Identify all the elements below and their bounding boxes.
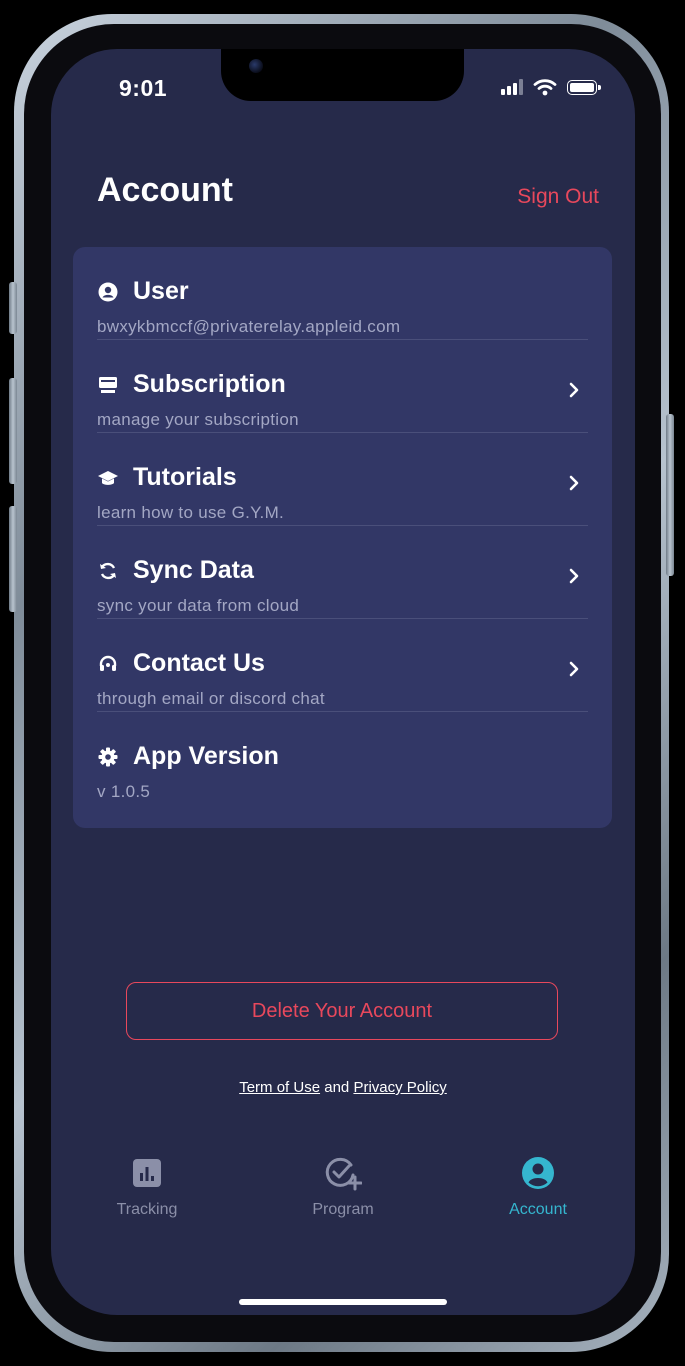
menu-item-sync-data[interactable]: Sync Data sync your data from cloud [97,526,588,619]
tab-label: Account [509,1201,567,1218]
tab-label: Program [312,1201,374,1218]
menu-item-subtitle: through email or discord chat [97,689,325,708]
graduation-cap-icon [97,467,119,489]
chevron-right-icon [569,661,579,677]
home-indicator [239,1299,447,1305]
menu-item-title: App Version [133,742,279,770]
battery-icon [567,79,601,95]
account-circle-icon [468,1155,608,1191]
delete-account-button[interactable]: Delete Your Account [126,982,558,1040]
gear-icon [97,746,119,768]
headset-icon [97,653,119,675]
menu-item-tutorials[interactable]: Tutorials learn how to use G.Y.M. [97,433,588,526]
tab-account[interactable]: Account [468,1155,608,1219]
menu-item-subscription[interactable]: Subscription manage your subscription [97,340,588,433]
menu-item-title: Tutorials [133,463,237,491]
tab-bar: Tracking Program Account [51,1155,635,1235]
chevron-right-icon [569,568,579,584]
menu-item-subtitle: bwxykbmccf@privaterelay.appleid.com [97,317,401,336]
terms-of-use-link[interactable]: Term of Use [239,1079,320,1096]
menu-item-subtitle: v 1.0.5 [97,782,151,801]
cellular-signal-icon [501,79,523,95]
legal-links: Term of Use and Privacy Policy [51,1079,635,1096]
app-screen: 9:01 Account Sign Out User bwxykbmccf@pr… [51,49,635,1315]
status-time: 9:01 [119,75,168,101]
menu-item-title: Subscription [133,370,286,398]
menu-item-title: Sync Data [133,556,254,584]
legal-and-text: and [324,1079,350,1096]
menu-item-user: User bwxykbmccf@privaterelay.appleid.com [97,247,588,340]
front-camera [249,59,263,73]
menu-item-subtitle: learn how to use G.Y.M. [97,503,285,522]
notch [221,49,464,101]
account-menu-card: User bwxykbmccf@privaterelay.appleid.com… [73,247,612,828]
menu-item-title: Contact Us [133,649,265,677]
power-button [666,414,674,576]
menu-item-subtitle: sync your data from cloud [97,596,300,615]
mute-switch [9,282,17,334]
volume-down-button [9,506,17,612]
card-icon [97,374,119,396]
chevron-right-icon [569,475,579,491]
status-icons [501,78,601,96]
sync-icon [97,560,119,582]
menu-item-contact-us[interactable]: Contact Us through email or discord chat [97,619,588,712]
tab-tracking[interactable]: Tracking [77,1155,217,1219]
volume-up-button [9,378,17,484]
chevron-right-icon [569,382,579,398]
privacy-policy-link[interactable]: Privacy Policy [353,1079,446,1096]
menu-item-title: User [133,277,189,305]
wifi-icon [533,79,557,96]
tab-label: Tracking [116,1201,178,1218]
menu-item-subtitle: manage your subscription [97,410,299,429]
sign-out-button[interactable]: Sign Out [517,185,599,209]
tab-program[interactable]: Program [273,1155,413,1219]
page-title: Account [97,171,233,209]
check-plus-icon [273,1155,413,1191]
menu-item-app-version: App Version v 1.0.5 [97,712,588,805]
bar-chart-icon [77,1155,217,1191]
user-circle-icon [97,281,119,303]
